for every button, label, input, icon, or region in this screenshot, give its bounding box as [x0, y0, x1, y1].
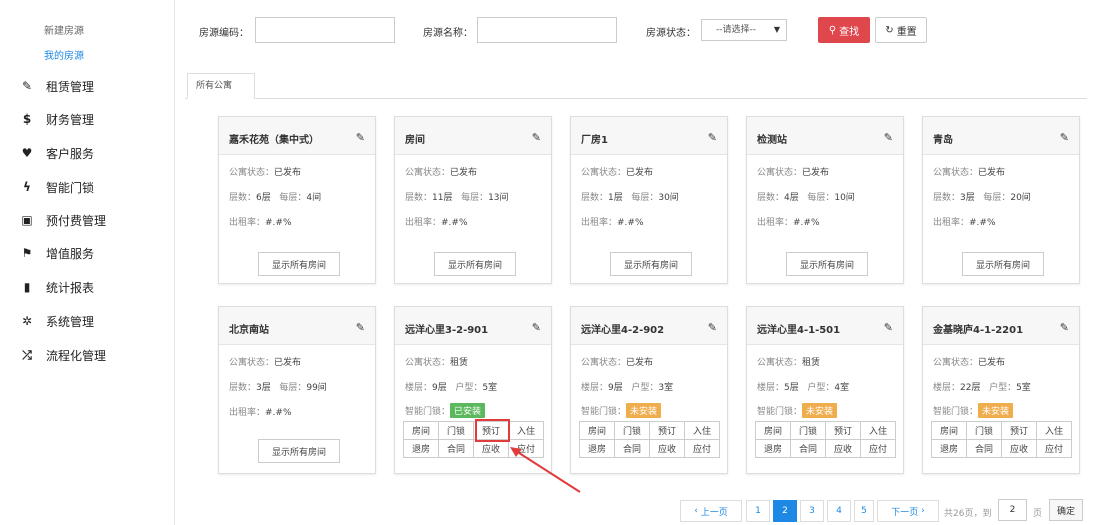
confirm-page-button[interactable]: 确定 [1049, 499, 1083, 521]
arrow-line [515, 450, 581, 493]
page-2[interactable]: 2 [773, 500, 797, 522]
arrow-head [510, 447, 522, 457]
page-4[interactable]: 4 [827, 500, 851, 522]
page-5[interactable]: 5 [854, 500, 874, 522]
page-number-value: 2 [1009, 505, 1016, 515]
page-1[interactable]: 1 [746, 500, 770, 522]
chevron-right-icon: › [918, 506, 925, 516]
total-pages-text: 共26页，到 [944, 509, 992, 519]
page-number-input[interactable]: 2 [998, 499, 1027, 521]
annotation-arrow [510, 447, 581, 493]
prev-page-button[interactable]: ‹ 上一页 [680, 500, 742, 522]
app-root: 新建房源 我的房源 ✎ 租赁管理 $ 财务管理 ♥ 客户服务 ϟ 智能门锁 ▣ 预付费管理… [0, 0, 1099, 525]
page-3[interactable]: 3 [800, 500, 824, 522]
next-page-label: 下一页 [891, 507, 919, 518]
page-unit-text: 页 [1033, 509, 1043, 519]
prev-page-label: 上一页 [700, 507, 728, 518]
next-page-button[interactable]: 下一页 › [877, 500, 939, 522]
